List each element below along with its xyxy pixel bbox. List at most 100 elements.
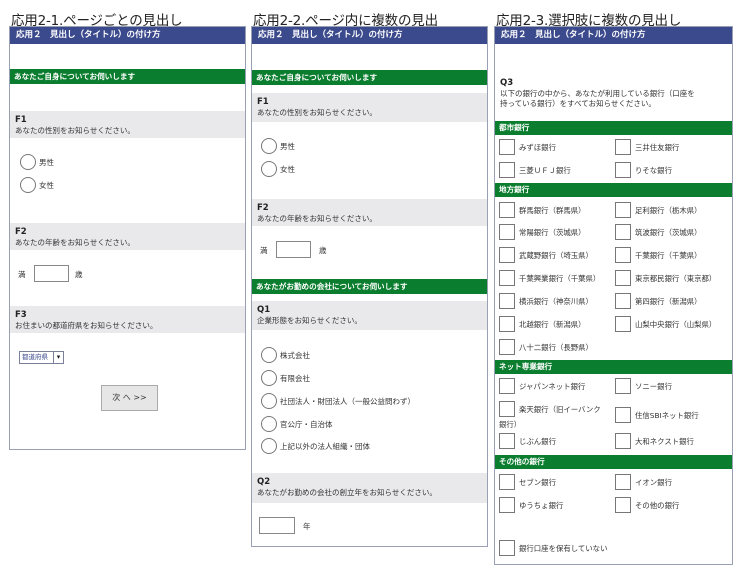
checkbox-yamanashi-chuo[interactable]: 山梨中央銀行（山梨県）	[615, 316, 716, 332]
checkbox-mufg[interactable]: 三菱ＵＦＪ銀行	[499, 162, 571, 178]
checkbox-box[interactable]	[499, 378, 515, 394]
checkbox-sbi[interactable]: 住信SBIネット銀行	[615, 407, 699, 423]
radio-yugen[interactable]: 有限会社	[261, 370, 310, 386]
checkbox-box[interactable]	[615, 407, 631, 423]
checkbox-box[interactable]	[499, 202, 515, 218]
checkbox-seven[interactable]: セブン銀行	[499, 474, 556, 490]
radio-shadan[interactable]: 社団法人・財団法人（一般公益問わず）	[261, 393, 415, 409]
radio-label: 株式会社	[280, 350, 310, 360]
checkbox-daiwa-next[interactable]: 大和ネクスト銀行	[615, 433, 694, 449]
checkbox-box[interactable]	[499, 316, 515, 332]
checkbox-box[interactable]	[615, 293, 631, 309]
checkbox-no-account[interactable]: 銀行口座を保有していない	[499, 540, 607, 556]
checkbox-aeon[interactable]: イオン銀行	[615, 474, 672, 490]
question-text: あなたの性別をお知らせください。	[15, 126, 135, 135]
checkbox-box[interactable]	[499, 497, 515, 513]
age-input[interactable]	[34, 265, 69, 282]
checkbox-daishi[interactable]: 第四銀行（新潟県）	[615, 293, 702, 309]
checkbox-box[interactable]	[615, 202, 631, 218]
radio-circle[interactable]	[261, 161, 277, 177]
radio-circle[interactable]	[261, 416, 277, 432]
radio-kabushiki[interactable]: 株式会社	[261, 347, 310, 363]
radio-circle[interactable]	[261, 347, 277, 363]
radio-male[interactable]: 男性	[20, 154, 54, 170]
checkbox-label: セブン銀行	[519, 477, 556, 487]
checkbox-hokuetsu[interactable]: 北越銀行（新潟県）	[499, 316, 586, 332]
group-heading-net-banks: ネット専業銀行	[495, 360, 732, 374]
checkbox-tokyo-tomin[interactable]: 東京都民銀行（東京都）	[615, 270, 716, 286]
question-id: F1	[15, 115, 27, 125]
section-heading-personal: あなたご自身についてお伺いします	[10, 69, 245, 84]
next-button[interactable]: 次 へ >>	[101, 385, 158, 411]
radio-government[interactable]: 官公庁・自治体	[261, 416, 333, 432]
radio-other-org[interactable]: 上記以外の法人組織・団体	[261, 438, 370, 454]
checkbox-box[interactable]	[499, 162, 515, 178]
question-f3: F3 お住まいの都道府県をお知らせください。	[10, 306, 245, 333]
checkbox-box[interactable]	[615, 247, 631, 263]
prefecture-select[interactable]: 都道府県 ▾	[19, 351, 64, 364]
checkbox-japannet[interactable]: ジャパンネット銀行	[499, 378, 585, 394]
checkbox-box[interactable]	[615, 139, 631, 155]
radio-female[interactable]: 女性	[20, 177, 54, 193]
age-suffix: 歳	[319, 246, 327, 255]
checkbox-other-bank[interactable]: その他の銀行	[615, 497, 679, 513]
chevron-down-icon[interactable]: ▾	[53, 352, 63, 363]
checkbox-tsukuba[interactable]: 筑波銀行（茨城県）	[615, 224, 702, 240]
checkbox-box[interactable]	[499, 247, 515, 263]
checkbox-musashino[interactable]: 武蔵野銀行（埼玉県）	[499, 247, 593, 263]
radio-label: 女性	[280, 164, 295, 174]
checkbox-gunma[interactable]: 群馬銀行（群馬県）	[499, 202, 586, 218]
checkbox-box[interactable]	[499, 224, 515, 240]
checkbox-box[interactable]	[499, 270, 515, 286]
checkbox-rakuten[interactable]: 楽天銀行（旧イーバンク	[499, 401, 601, 417]
checkbox-box[interactable]	[499, 540, 515, 556]
checkbox-jibun[interactable]: じぶん銀行	[499, 433, 556, 449]
checkbox-smbc[interactable]: 三井住友銀行	[615, 139, 679, 155]
question-text: あなたの年齢をお知らせください。	[15, 238, 135, 247]
checkbox-box[interactable]	[499, 339, 515, 355]
checkbox-label: ジャパンネット銀行	[519, 381, 586, 391]
checkbox-box[interactable]	[615, 378, 631, 394]
question-f1: F1 あなたの性別をお知らせください。	[252, 93, 487, 122]
radio-circle[interactable]	[261, 370, 277, 386]
radio-circle[interactable]	[20, 154, 36, 170]
question-q2: Q2 あなたがお勤めの会社の創立年をお知らせください。	[252, 473, 487, 503]
checkbox-label: 筑波銀行（茨城県）	[635, 227, 702, 237]
radio-circle[interactable]	[261, 393, 277, 409]
checkbox-box[interactable]	[499, 139, 515, 155]
checkbox-label: 足利銀行（栃木県）	[635, 205, 702, 215]
checkbox-joyo[interactable]: 常陽銀行（茨城県）	[499, 224, 586, 240]
checkbox-box[interactable]	[499, 474, 515, 490]
checkbox-hachijuni[interactable]: 八十二銀行（長野県）	[499, 339, 593, 355]
checkbox-yucho[interactable]: ゆうちょ銀行	[499, 497, 563, 513]
checkbox-box[interactable]	[615, 224, 631, 240]
question-q3: Q3 以下の銀行の中から、あなたが利用している銀行（口座を 持っている銀行）をす…	[495, 74, 732, 117]
radio-male[interactable]: 男性	[261, 138, 295, 154]
checkbox-resona[interactable]: りそな銀行	[615, 162, 672, 178]
checkbox-ashikaga[interactable]: 足利銀行（栃木県）	[615, 202, 702, 218]
radio-circle[interactable]	[261, 138, 277, 154]
radio-label: 男性	[39, 157, 54, 167]
question-f2: F2 あなたの年齢をお知らせください。	[10, 223, 245, 250]
checkbox-box[interactable]	[499, 293, 515, 309]
radio-circle[interactable]	[261, 438, 277, 454]
group-heading-other-banks: その他の銀行	[495, 455, 732, 469]
checkbox-chiba-kogyo[interactable]: 千葉興業銀行（千葉県）	[499, 270, 600, 286]
checkbox-box[interactable]	[499, 433, 515, 449]
checkbox-sony[interactable]: ソニー銀行	[615, 378, 672, 394]
checkbox-box[interactable]	[615, 497, 631, 513]
checkbox-box[interactable]	[615, 270, 631, 286]
radio-circle[interactable]	[20, 177, 36, 193]
age-input[interactable]	[276, 241, 311, 258]
checkbox-box[interactable]	[615, 316, 631, 332]
radio-female[interactable]: 女性	[261, 161, 295, 177]
checkbox-chiba[interactable]: 千葉銀行（千葉県）	[615, 247, 702, 263]
checkbox-box[interactable]	[615, 474, 631, 490]
checkbox-mizuho[interactable]: みずほ銀行	[499, 139, 556, 155]
checkbox-yokohama[interactable]: 横浜銀行（神奈川県）	[499, 293, 593, 309]
checkbox-box[interactable]	[499, 401, 515, 417]
checkbox-box[interactable]	[615, 433, 631, 449]
radio-label: 女性	[39, 180, 54, 190]
year-input[interactable]	[259, 517, 295, 534]
checkbox-box[interactable]	[615, 162, 631, 178]
